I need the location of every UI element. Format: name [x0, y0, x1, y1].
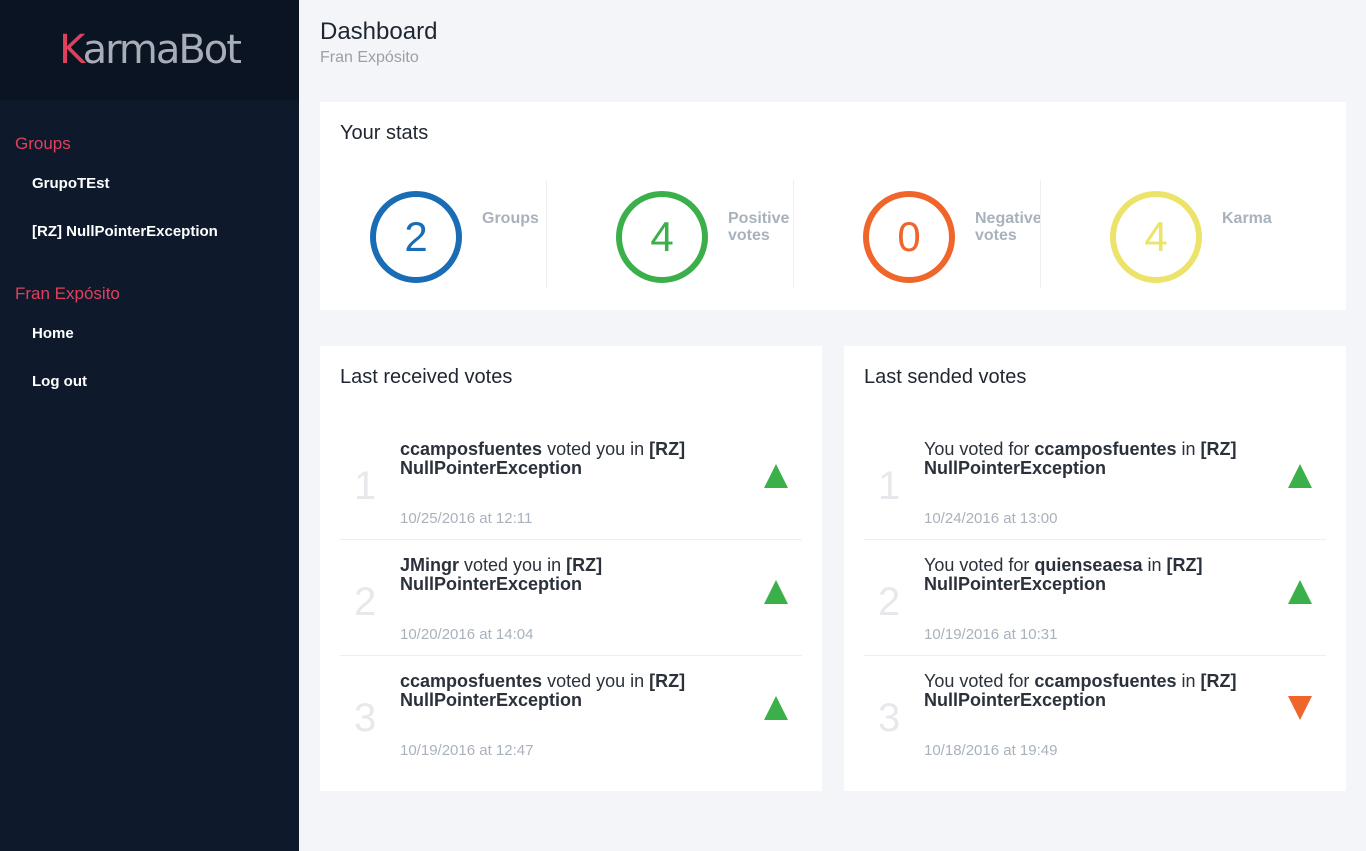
upvote-icon	[764, 464, 788, 488]
vote-number: 2	[354, 580, 377, 624]
stats-card: Your stats 2 Groups 4 Positive votes 0 N…	[320, 102, 1346, 310]
list-item: 1 ccamposfuentes voted you in [RZ] NullP…	[340, 424, 802, 540]
sended-votes-card: Last sended votes 1 You voted for ccampo…	[844, 346, 1346, 791]
stat-karma: 4 Karma	[1040, 180, 1306, 288]
vote-date: 10/19/2016 at 10:31	[924, 626, 1058, 643]
received-votes-title: Last received votes	[340, 366, 513, 388]
vote-date: 10/18/2016 at 19:49	[924, 742, 1058, 759]
sended-votes-title: Last sended votes	[864, 366, 1027, 388]
vote-text: You voted for ccamposfuentes in [RZ] Nul…	[924, 671, 1237, 710]
stat-negative: 0 Negative votes	[793, 180, 1059, 288]
vote-number: 1	[354, 464, 377, 508]
list-item: 3 ccamposfuentes voted you in [RZ] NullP…	[340, 656, 802, 772]
sidebar: KarmaBot Groups GrupoTEst [RZ] NullPoint…	[0, 0, 299, 851]
upvote-icon	[1288, 464, 1312, 488]
page-title: Dashboard	[320, 18, 438, 45]
stat-groups: 2 Groups	[320, 180, 566, 288]
sidebar-item-nullpointerexception[interactable]: [RZ] NullPointerException	[0, 222, 299, 270]
received-votes-list: 1 ccamposfuentes voted you in [RZ] NullP…	[340, 424, 802, 772]
upvote-icon	[764, 696, 788, 720]
nav-groups-title: Groups	[15, 134, 71, 153]
downvote-icon	[1288, 696, 1312, 720]
vote-text: JMingr voted you in [RZ] NullPointerExce…	[400, 555, 603, 594]
vote-text: You voted for ccamposfuentes in [RZ] Nul…	[924, 439, 1237, 478]
stat-ring-groups: 2	[370, 191, 462, 283]
stat-label-negative: Negative votes	[975, 210, 1042, 244]
upvote-icon	[764, 580, 788, 604]
upvote-icon	[1288, 580, 1312, 604]
logo[interactable]: KarmaBot	[59, 27, 242, 73]
vote-number: 3	[878, 696, 901, 740]
received-votes-card: Last received votes 1 ccamposfuentes vot…	[320, 346, 822, 791]
nav-user-title: Fran Expósito	[15, 284, 120, 303]
sidebar-item-logout[interactable]: Log out	[0, 372, 299, 420]
list-item: 1 You voted for ccamposfuentes in [RZ] N…	[864, 424, 1326, 540]
stat-label-groups: Groups	[482, 210, 539, 227]
vote-number: 1	[878, 464, 901, 508]
nav-user: Fran Expósito Home Log out	[0, 284, 299, 420]
vote-date: 10/19/2016 at 12:47	[400, 742, 534, 759]
stat-label-karma: Karma	[1222, 210, 1272, 227]
vote-text: You voted for quienseaesa in [RZ] NullPo…	[924, 555, 1203, 594]
vote-text: ccamposfuentes voted you in [RZ] NullPoi…	[400, 439, 686, 478]
vote-date: 10/24/2016 at 13:00	[924, 510, 1058, 527]
logo-area: KarmaBot	[0, 0, 299, 100]
list-item: 2 JMingr voted you in [RZ] NullPointerEx…	[340, 540, 802, 656]
stat-positive: 4 Positive votes	[546, 180, 812, 288]
sended-votes-list: 1 You voted for ccamposfuentes in [RZ] N…	[864, 424, 1326, 772]
sidebar-item-home[interactable]: Home	[0, 324, 299, 372]
vote-date: 10/20/2016 at 14:04	[400, 626, 534, 643]
page-subtitle: Fran Expósito	[320, 49, 419, 66]
vote-date: 10/25/2016 at 12:11	[400, 510, 533, 527]
main-content: Dashboard Fran Expósito Your stats 2 Gro…	[320, 0, 1346, 791]
stat-ring-positive: 4	[616, 191, 708, 283]
sidebar-item-grupotest[interactable]: GrupoTEst	[0, 174, 299, 222]
list-item: 2 You voted for quienseaesa in [RZ] Null…	[864, 540, 1326, 656]
stat-label-positive: Positive votes	[728, 210, 790, 244]
stat-ring-negative: 0	[863, 191, 955, 283]
stat-ring-karma: 4	[1110, 191, 1202, 283]
stats-title: Your stats	[340, 122, 429, 144]
vote-number: 2	[878, 580, 901, 624]
nav-groups: Groups GrupoTEst [RZ] NullPointerExcepti…	[0, 134, 299, 270]
list-item: 3 You voted for ccamposfuentes in [RZ] N…	[864, 656, 1326, 772]
vote-number: 3	[354, 696, 377, 740]
vote-text: ccamposfuentes voted you in [RZ] NullPoi…	[400, 671, 686, 710]
